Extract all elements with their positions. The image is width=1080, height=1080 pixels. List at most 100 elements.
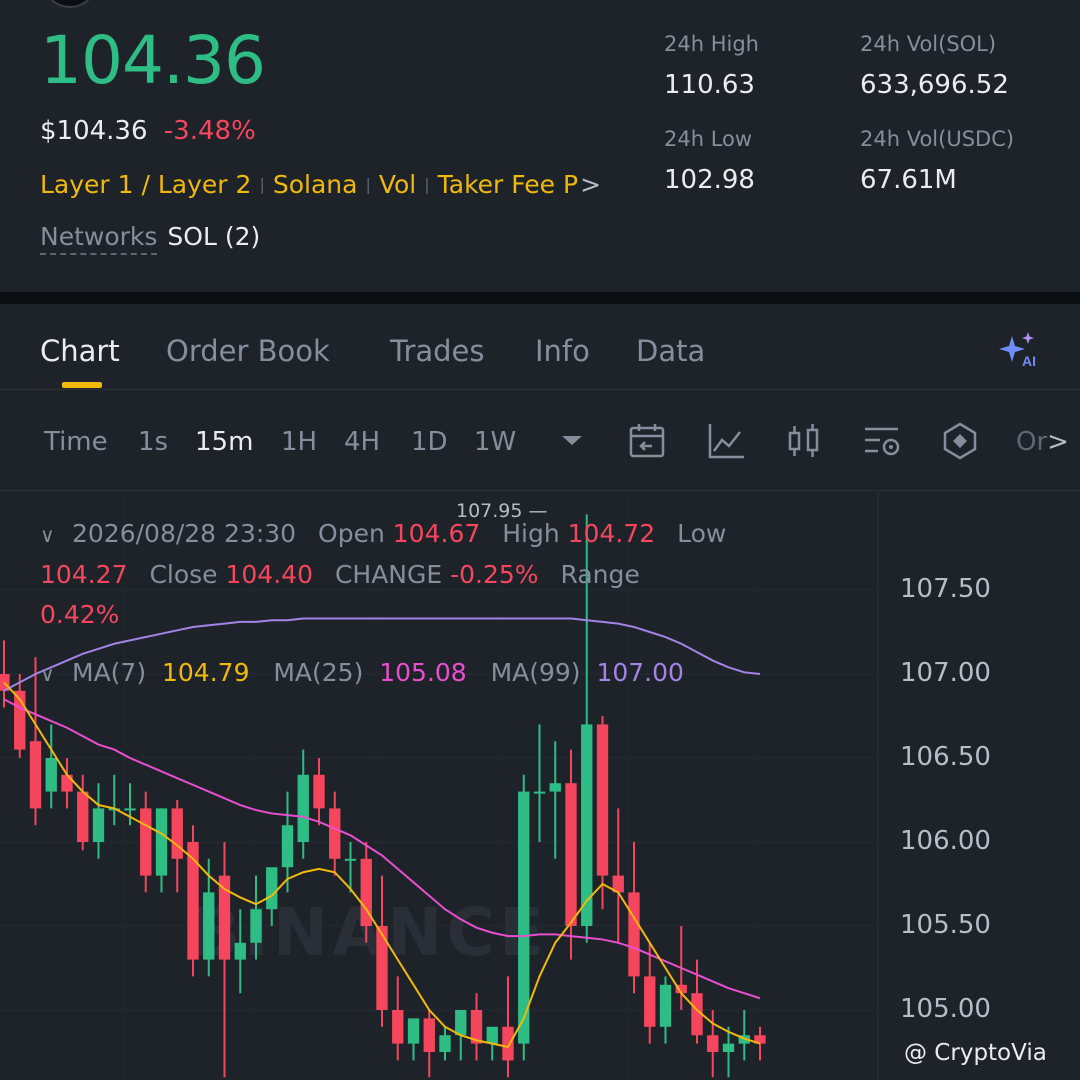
tab-trades[interactable]: Trades <box>390 334 485 368</box>
candle[interactable] <box>376 875 388 1027</box>
y-axis-tick: 106.50 <box>900 742 991 772</box>
candle-body <box>155 808 168 876</box>
tag-taker-fee[interactable]: Taker Fee P <box>438 170 578 199</box>
ohlc-legend: ∨ 2026/08/28 23:30 Open 104.67 High 104.7… <box>40 514 840 635</box>
candle[interactable] <box>533 724 546 842</box>
networks-row[interactable]: Networks SOL (2) <box>40 222 260 255</box>
stat-label: 24h High <box>664 32 759 56</box>
candle[interactable] <box>61 758 73 809</box>
candle-type-icon[interactable] <box>784 421 824 461</box>
candle-body <box>45 758 57 792</box>
candle[interactable] <box>644 942 656 1044</box>
chevron-down-icon[interactable]: ∨ <box>40 662 62 686</box>
candle[interactable] <box>754 1026 766 1061</box>
candle-body <box>722 1043 735 1052</box>
candle[interactable] <box>0 640 10 708</box>
candle-body <box>234 942 246 960</box>
candle-body <box>407 1018 420 1044</box>
candle[interactable] <box>659 976 672 1044</box>
candle[interactable] <box>423 1010 435 1078</box>
candle[interactable] <box>596 716 609 910</box>
candle[interactable] <box>313 758 325 826</box>
candle[interactable] <box>502 976 514 1078</box>
timeframe-1w[interactable]: 1W <box>474 427 516 457</box>
y-axis-tick: 105.50 <box>900 910 991 940</box>
candle[interactable] <box>738 1010 750 1061</box>
y-axis-tick: 107.00 <box>900 658 991 688</box>
candle[interactable] <box>439 1026 451 1061</box>
candle-body <box>596 724 609 876</box>
timeframe-1s[interactable]: 1s <box>138 427 168 457</box>
ma25-value: 105.08 <box>379 658 467 687</box>
tab-chart[interactable]: Chart <box>40 334 120 368</box>
timeframe-time[interactable]: Time <box>44 427 108 457</box>
candle[interactable] <box>612 808 624 943</box>
section-divider <box>0 292 1080 304</box>
candle-body <box>659 984 672 1027</box>
credit-watermark: @ CryptoVia <box>904 1040 1047 1066</box>
candle[interactable] <box>234 909 246 994</box>
candle-body <box>77 791 89 842</box>
timeframe-1d[interactable]: 1D <box>411 427 448 457</box>
chart-area[interactable]: BINANCE 107.95 — ∨ 2026/08/28 23:30 Open … <box>0 492 1080 1080</box>
candle-body <box>92 808 105 842</box>
stat-24h-vol-base: 24h Vol(SOL) 633,696.52 <box>860 32 1009 100</box>
candle-body <box>266 867 278 910</box>
candle[interactable] <box>14 674 26 758</box>
change-value: -0.25% <box>450 560 539 589</box>
chart-settings-icon[interactable] <box>862 421 902 461</box>
candle-body <box>203 892 215 960</box>
candle-body <box>171 808 183 859</box>
candle[interactable] <box>250 875 262 960</box>
candle-body <box>313 774 325 809</box>
candle-body <box>486 1026 498 1044</box>
timeframe-1h[interactable]: 1H <box>281 427 317 457</box>
tag-vol[interactable]: Vol <box>379 170 416 199</box>
candle[interactable] <box>470 993 483 1061</box>
chevron-right-icon[interactable]: > <box>580 170 601 199</box>
tab-data[interactable]: Data <box>636 334 705 368</box>
candle[interactable] <box>155 808 168 893</box>
candle-body <box>29 741 42 809</box>
tag-layer[interactable]: Layer 1 / Layer 2 <box>40 170 251 199</box>
candle-body <box>707 1035 719 1052</box>
caret-down-icon[interactable] <box>552 421 592 461</box>
close-value: 104.40 <box>225 560 313 589</box>
candle[interactable] <box>45 724 57 809</box>
timeframe-4h[interactable]: 4H <box>344 427 380 457</box>
chevron-down-icon[interactable]: ∨ <box>40 515 62 555</box>
candle[interactable] <box>407 1018 420 1061</box>
candle[interactable] <box>392 976 404 1061</box>
candle-body <box>628 892 640 977</box>
more-tools-button[interactable]: Or> <box>1016 427 1069 457</box>
candle-body <box>140 808 152 876</box>
indicator-line-icon[interactable] <box>706 421 746 461</box>
open-value: 104.67 <box>392 519 481 548</box>
candle-body <box>549 783 561 792</box>
candle[interactable] <box>92 783 105 859</box>
tab-info[interactable]: Info <box>535 334 590 368</box>
stat-24h-high: 24h High 110.63 <box>664 32 759 100</box>
tab-bar: Chart Order Book Trades Info Data <box>0 304 1080 390</box>
tab-order-book[interactable]: Order Book <box>166 334 330 368</box>
ai-assistant-icon[interactable]: AI <box>998 330 1042 370</box>
candle[interactable] <box>218 842 231 1078</box>
avatar[interactable] <box>44 0 96 8</box>
candle[interactable] <box>549 741 561 859</box>
timeframe-15m[interactable]: 15m <box>195 427 253 457</box>
calendar-back-icon[interactable] <box>628 421 668 461</box>
candle[interactable] <box>360 842 372 943</box>
candle-body <box>250 909 262 943</box>
tag-solana[interactable]: Solana <box>273 170 358 199</box>
open-label: Open <box>318 519 385 548</box>
candle[interactable] <box>329 791 341 876</box>
candle-body <box>392 1010 404 1044</box>
candle[interactable] <box>140 791 152 893</box>
candle[interactable] <box>108 774 120 826</box>
candle-body <box>423 1018 435 1052</box>
candle-body <box>533 791 546 794</box>
stat-24h-vol-quote: 24h Vol(USDC) 67.61M <box>860 127 1014 195</box>
range-value: 0.42% <box>40 600 120 629</box>
drawing-tool-icon[interactable] <box>940 421 980 461</box>
candle[interactable] <box>187 825 199 977</box>
